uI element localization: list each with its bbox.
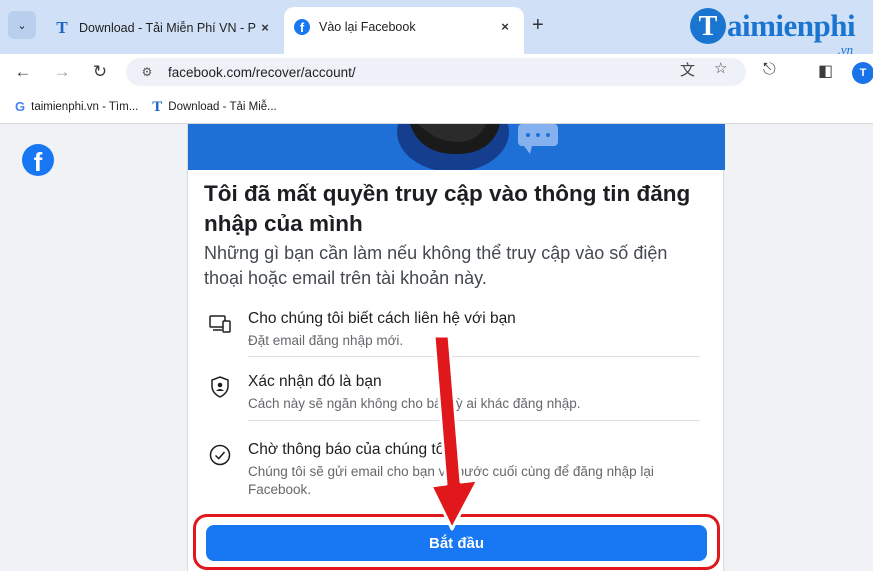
translate-icon[interactable]: 文 bbox=[680, 59, 695, 80]
shield-user-icon bbox=[208, 375, 232, 399]
bookmarks-bar: G taimienphi.vn - Tìm... T Download - Tả… bbox=[0, 90, 873, 124]
tab-title: Vào lại Facebook bbox=[319, 19, 416, 34]
tab-search-dropdown-icon[interactable]: ⌄ bbox=[8, 11, 36, 39]
facebook-logo-icon[interactable]: f bbox=[22, 144, 54, 176]
page-title: Tôi đã mất quyền truy cập vào thông tin … bbox=[204, 181, 691, 236]
taimienphi-watermark: T aimienphi .vn bbox=[690, 8, 856, 57]
page-viewport: f Tôi đã mất quyền truy cập vào thông ti… bbox=[0, 124, 873, 571]
watermark-text: aimienphi bbox=[727, 8, 856, 43]
tab-strip: ⌄ T Download - Tải Miễn Phí VN - P × f V… bbox=[0, 0, 873, 57]
recover-account-card: Tôi đã mất quyền truy cập vào thông tin … bbox=[187, 124, 725, 571]
taimienphi-t-icon: T bbox=[152, 98, 163, 115]
tab-title: Download - Tải Miễn Phí VN - P bbox=[79, 20, 256, 35]
new-tab-button[interactable]: + bbox=[532, 14, 544, 37]
step-title: Xác nhận đó là bạn bbox=[248, 373, 382, 390]
step-confirm-identity: Xác nhận đó là bạn Cách này sẽ ngăn khôn… bbox=[208, 373, 700, 417]
hero-illustration bbox=[188, 124, 725, 170]
profile-avatar[interactable]: T bbox=[852, 62, 873, 84]
step-description: Chúng tôi sẽ gửi email cho bạn về bước c… bbox=[248, 464, 654, 497]
step-title: Cho chúng tôi biết cách liên hệ với bạn bbox=[248, 310, 516, 327]
reload-icon[interactable]: ↻ bbox=[89, 61, 111, 83]
back-arrow-icon[interactable]: ← bbox=[12, 61, 34, 83]
tab-vao-lai-facebook[interactable]: f Vào lại Facebook × bbox=[284, 7, 524, 54]
url-text: facebook.com/recover/account/ bbox=[168, 64, 356, 80]
browser-toolbar: ← → ↻ ⚙ facebook.com/recover/account/ 文 … bbox=[0, 54, 873, 90]
side-panel-icon[interactable]: ◧ bbox=[818, 61, 833, 81]
step-title: Chờ thông báo của chúng tôi bbox=[248, 441, 448, 458]
google-g-icon: G bbox=[15, 99, 26, 114]
step-description: Đặt email đăng nhập mới. bbox=[248, 333, 404, 348]
close-tab-icon[interactable]: × bbox=[496, 19, 514, 34]
bookmark-taimienphi-google[interactable]: G taimienphi.vn - Tìm... bbox=[15, 99, 138, 114]
divider bbox=[248, 420, 700, 421]
divider bbox=[248, 356, 700, 357]
step-wait-notification: Chờ thông báo của chúng tôi Chúng tôi sẽ… bbox=[208, 441, 700, 503]
page-subtitle: Những gì bạn cần làm nếu không thể truy … bbox=[204, 243, 668, 288]
tab-download-taimienphi[interactable]: T Download - Tải Miễn Phí VN - P × bbox=[44, 9, 284, 46]
step-contact: Cho chúng tôi biết cách liên hệ với bạn … bbox=[208, 310, 700, 354]
devices-icon bbox=[208, 312, 232, 336]
watermark-logo: T bbox=[690, 8, 726, 44]
bookmark-label: taimienphi.vn - Tìm... bbox=[31, 100, 139, 113]
cta-highlight-box: Bắt đầu bbox=[193, 514, 720, 570]
bookmark-download-taimienphi[interactable]: T Download - Tải Miễ... bbox=[152, 99, 276, 115]
bookmark-star-icon[interactable]: ☆ bbox=[714, 59, 727, 77]
taimienphi-t-icon: T bbox=[56, 17, 68, 37]
forward-arrow-icon[interactable]: → bbox=[51, 61, 73, 83]
facebook-icon: f bbox=[294, 18, 310, 35]
start-button[interactable]: Bắt đầu bbox=[206, 525, 707, 561]
step-description: Cách này sẽ ngăn không cho bất kỳ ai khá… bbox=[248, 396, 581, 411]
check-circle-icon bbox=[208, 443, 232, 467]
site-info-icon[interactable]: ⚙ bbox=[136, 65, 158, 79]
address-bar[interactable]: ⚙ facebook.com/recover/account/ bbox=[126, 58, 746, 86]
bookmark-label: Download - Tải Miễ... bbox=[168, 100, 277, 113]
extensions-icon[interactable]: ⎋ bbox=[763, 61, 776, 79]
close-tab-icon[interactable]: × bbox=[256, 20, 274, 35]
